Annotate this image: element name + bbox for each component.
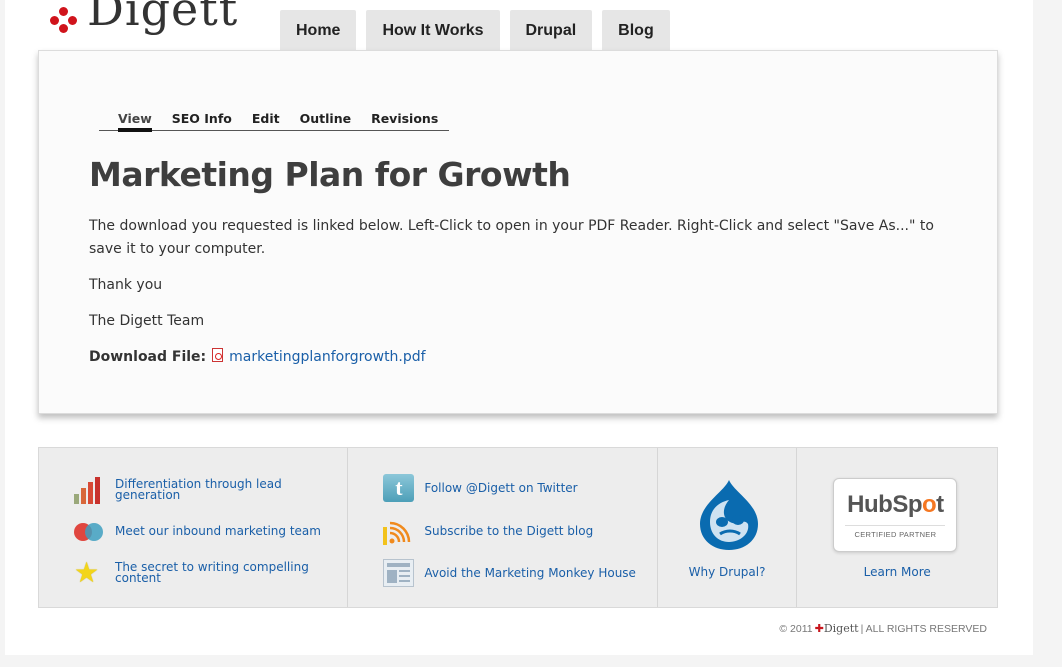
nav-home[interactable]: Home bbox=[280, 10, 357, 51]
newspaper-icon bbox=[383, 559, 415, 587]
page-title: Marketing Plan for Growth bbox=[89, 155, 571, 194]
footer-link-lead-generation[interactable]: Differentiation through lead generation bbox=[74, 476, 334, 504]
footer-col-drupal: Why Drupal? bbox=[658, 448, 798, 607]
footer-link-blog[interactable]: Subscribe to the Digett blog bbox=[383, 517, 643, 545]
article-body: The download you requested is linked bel… bbox=[89, 215, 949, 369]
star-icon: ★ bbox=[74, 556, 100, 589]
tab-view[interactable]: View bbox=[118, 111, 162, 132]
digett-logo-mark-icon bbox=[45, 2, 81, 33]
hubspot-logo: HubSpot bbox=[847, 491, 944, 519]
footer-col-social: t Follow @Digett on Twitter Subscribe to… bbox=[348, 448, 658, 607]
tab-outline[interactable]: Outline bbox=[290, 111, 361, 130]
tab-revisions[interactable]: Revisions bbox=[361, 111, 448, 130]
nav-drupal[interactable]: Drupal bbox=[509, 10, 593, 51]
footer-link-label: Follow @Digett on Twitter bbox=[424, 480, 578, 495]
digett-logo[interactable]: Digett bbox=[45, 0, 239, 36]
footer-link-monkey-house[interactable]: Avoid the Marketing Monkey House bbox=[383, 559, 643, 587]
footer-link-content[interactable]: ★ The secret to writing compelling conte… bbox=[74, 559, 334, 587]
content-card: View SEO Info Edit Outline Revisions Mar… bbox=[38, 50, 998, 414]
hubspot-badge-subtitle: CERTIFIED PARTNER bbox=[845, 525, 946, 539]
main-nav: Home How It Works Drupal Blog bbox=[280, 10, 670, 51]
download-link[interactable]: marketingplanforgrowth.pdf bbox=[229, 346, 425, 369]
node-tabs: View SEO Info Edit Outline Revisions bbox=[99, 111, 449, 132]
twitter-icon: t bbox=[383, 474, 415, 502]
hubspot-logo-part: HubSp bbox=[847, 491, 922, 518]
copyright: © 2011 ✚Digett | ALL RIGHTS RESERVED bbox=[779, 622, 987, 635]
footer-link-team[interactable]: Meet our inbound marketing team bbox=[74, 517, 334, 545]
footer-promo-band: Differentiation through lead generation … bbox=[38, 447, 998, 608]
footer-link-label: Meet our inbound marketing team bbox=[115, 523, 321, 538]
footer-col-resources: Differentiation through lead generation … bbox=[39, 448, 349, 607]
tab-edit[interactable]: Edit bbox=[242, 111, 290, 130]
footer-link-label: Avoid the Marketing Monkey House bbox=[424, 565, 636, 580]
instructions-paragraph: The download you requested is linked bel… bbox=[89, 218, 934, 257]
footer-link-label: The secret to writing compelling content bbox=[115, 560, 309, 585]
drupal-drop-icon[interactable] bbox=[696, 478, 762, 552]
pdf-file-icon bbox=[212, 347, 224, 362]
why-drupal-link[interactable]: Why Drupal? bbox=[658, 565, 797, 579]
learn-more-link[interactable]: Learn More bbox=[797, 565, 997, 579]
footer-link-label: Subscribe to the Digett blog bbox=[424, 523, 594, 538]
copyright-logo: ✚Digett bbox=[814, 622, 859, 635]
rss-icon bbox=[383, 517, 414, 545]
hubspot-logo-part: t bbox=[936, 491, 944, 518]
tab-seo-info[interactable]: SEO Info bbox=[162, 111, 242, 130]
hubspot-certified-badge[interactable]: HubSpot CERTIFIED PARTNER bbox=[833, 478, 958, 552]
footer-link-twitter[interactable]: t Follow @Digett on Twitter bbox=[383, 474, 643, 502]
logo-text: Digett bbox=[87, 0, 239, 36]
thank-you-paragraph: Thank you bbox=[89, 277, 163, 293]
hubspot-logo-sprocket: o bbox=[922, 491, 937, 518]
nav-blog[interactable]: Blog bbox=[602, 10, 670, 51]
overlapping-circles-icon bbox=[74, 517, 105, 545]
footer-link-label: Differentiation through lead generation bbox=[115, 477, 282, 502]
signature-paragraph: The Digett Team bbox=[89, 313, 205, 329]
bar-chart-icon bbox=[74, 476, 105, 504]
download-label: Download File: bbox=[89, 349, 207, 365]
copyright-brand: Digett bbox=[823, 622, 859, 635]
copyright-year: © 2011 bbox=[779, 622, 813, 635]
nav-how-it-works[interactable]: How It Works bbox=[366, 10, 500, 51]
footer-col-hubspot: HubSpot CERTIFIED PARTNER Learn More bbox=[797, 448, 997, 607]
copyright-suffix: | ALL RIGHTS RESERVED bbox=[860, 622, 987, 635]
download-row: Download File: marketingplanforgrowth.pd… bbox=[89, 346, 949, 369]
